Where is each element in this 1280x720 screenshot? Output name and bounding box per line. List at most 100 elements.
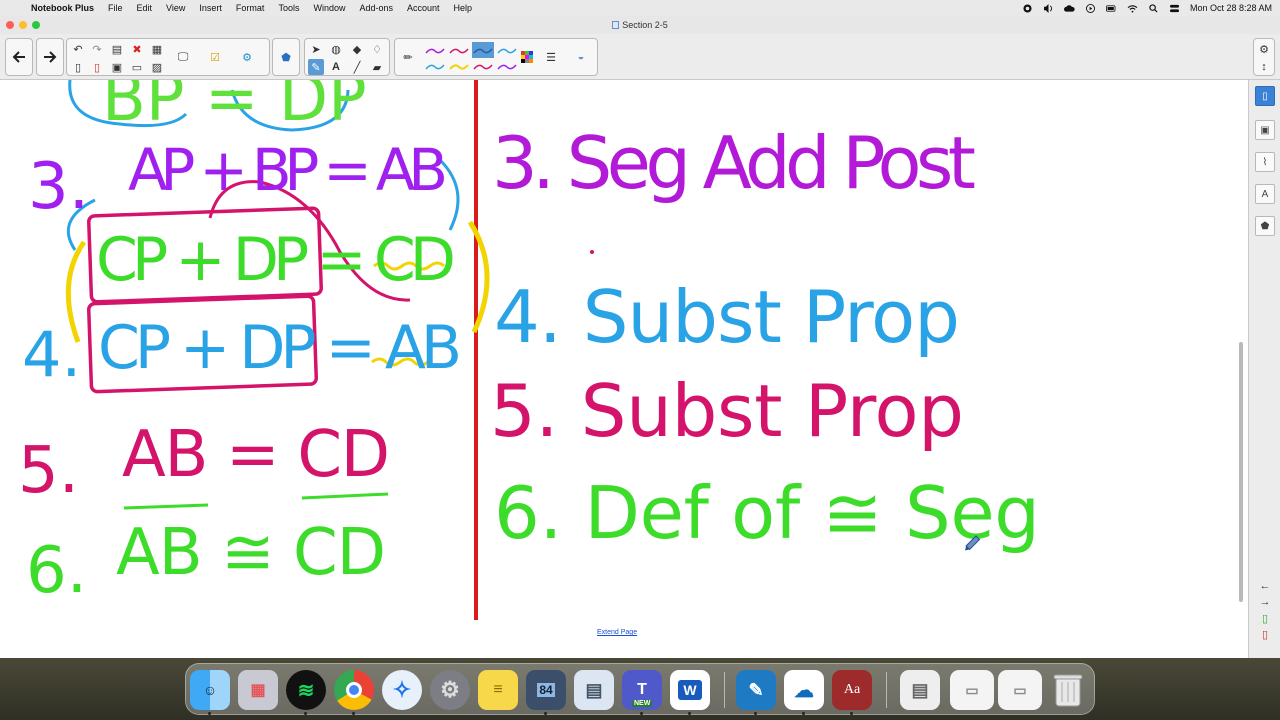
text-tool[interactable]: A (328, 59, 344, 75)
redo-button[interactable]: ↷ (89, 41, 105, 57)
activity-button[interactable]: ☑ (207, 49, 223, 65)
window-title: Section 2-5 (0, 20, 1280, 30)
preview-icon: ▤ (585, 679, 603, 700)
dock-dictionary[interactable]: Aa (832, 670, 872, 710)
vertical-scrollbar[interactable] (1239, 342, 1243, 602)
sidebar-add-page[interactable]: ▯ (1257, 610, 1273, 626)
menu-format[interactable]: Format (229, 3, 272, 13)
menu-file[interactable]: File (101, 3, 130, 13)
properties-tab[interactable]: A (1255, 184, 1275, 204)
minimize-window-button[interactable] (19, 21, 27, 29)
menu-view[interactable]: View (159, 3, 192, 13)
new-page-button[interactable]: ▯ (70, 59, 86, 75)
app-window: Section 2-5 ↶ ↷ ▤ ✖ ▦ ▯ ▯ ▣ ▭ ▨ 🖵 ☑ ⚙ ⬟ … (0, 16, 1280, 658)
gallery-tab[interactable]: ▣ (1255, 120, 1275, 140)
menu-tools[interactable]: Tools (271, 3, 306, 13)
screen-shade-button[interactable]: ▭ (129, 59, 145, 75)
properties-button[interactable]: ◒ (573, 49, 589, 65)
dock-safari[interactable]: ✧ (382, 670, 422, 710)
line-style-button[interactable]: ☰ (543, 49, 559, 65)
menu-help[interactable]: Help (447, 3, 480, 13)
attachments-tab[interactable]: ⌇ (1255, 152, 1275, 172)
sidebar-previous-arrow[interactable]: ← (1257, 578, 1273, 594)
magic-pen-tool[interactable]: ♢ (369, 41, 385, 57)
pen-settings-button[interactable]: ✏ (400, 49, 416, 65)
right-sidebar: ▯ ▣ ⌇ A ⬟ ← → ▯ ▯ (1248, 80, 1280, 658)
zoom-window-button[interactable] (32, 21, 40, 29)
extend-page-link[interactable]: Extend Page (597, 629, 637, 636)
save-button[interactable]: ▣ (109, 59, 125, 75)
addons-tab[interactable]: ⬟ (1255, 216, 1275, 236)
dock-finder[interactable]: ☺ (190, 670, 230, 710)
record-icon[interactable] (1022, 3, 1033, 13)
dock-documents-stack[interactable]: ▤ (900, 670, 940, 710)
play-icon[interactable] (1085, 3, 1096, 13)
dock-stickies[interactable]: ≡ (478, 670, 518, 710)
fill-tool[interactable]: ◆ (349, 41, 365, 57)
undo-button[interactable]: ↶ (70, 41, 86, 57)
display-button[interactable]: 🖵 (175, 49, 191, 65)
dock-launchpad[interactable]: ▦ (238, 670, 278, 710)
puzzle-icon: ⬟ (1260, 220, 1270, 232)
menu-edit[interactable]: Edit (130, 3, 160, 13)
battery-icon[interactable] (1105, 4, 1117, 13)
collab-group: ⬟ (272, 38, 300, 76)
sidebar-delete-page[interactable]: ▯ (1257, 626, 1273, 642)
previous-page-button[interactable] (11, 49, 27, 65)
next-page-button[interactable] (42, 49, 58, 65)
line-tool[interactable]: ╱ (349, 59, 365, 75)
dock: ☺ ▦ ≋ ✧ ⚙ ≡ 84 ▤ T NEW W ✎ ☁ Aa ▤ ▭ ▭ (185, 663, 1095, 715)
menu-insert[interactable]: Insert (192, 3, 229, 13)
cloud-icon[interactable] (1063, 4, 1075, 13)
menu-addons[interactable]: Add-ons (352, 3, 400, 13)
menu-account[interactable]: Account (400, 3, 447, 13)
paperclip-icon: ⌇ (1262, 156, 1268, 168)
dock-onedrive[interactable]: ☁ (784, 670, 824, 710)
sidebar-next-arrow[interactable]: → (1257, 594, 1273, 610)
eraser-tool[interactable]: ▰ (369, 59, 385, 75)
menubar-clock[interactable]: Mon Oct 28 8:28 AM (1190, 3, 1272, 13)
close-window-button[interactable] (6, 21, 14, 29)
wifi-icon[interactable] (1127, 4, 1138, 13)
ink-yellow-bracket-right (467, 220, 490, 334)
redo-icon: ↷ (92, 43, 102, 56)
table-button[interactable]: ▦ (149, 41, 165, 57)
pdf-button[interactable]: ▯ (89, 59, 105, 75)
volume-icon[interactable] (1043, 3, 1054, 13)
finder-running-dot (208, 712, 211, 715)
dock-notebook[interactable]: ✎ (736, 670, 776, 710)
notebook-canvas[interactable]: BP = DP 3. AP + BP = AB CP + DP = CD 4. … (0, 80, 1248, 658)
delete-button[interactable]: ✖ (129, 41, 145, 57)
color-palette-button[interactable] (519, 49, 535, 65)
menu-app-name[interactable]: Notebook Plus (24, 3, 101, 13)
dock-chrome[interactable] (334, 670, 374, 710)
checklist-icon: ☑ (210, 51, 220, 64)
ink-left-num-4: 4. (22, 318, 81, 391)
control-center-icon[interactable] (1169, 4, 1180, 13)
dock-trash[interactable] (1048, 670, 1088, 710)
screen-icon: ▭ (131, 61, 143, 74)
dock-teams[interactable]: T NEW (622, 670, 662, 710)
page-sorter-tab[interactable]: ▯ (1255, 86, 1275, 106)
pen-tool[interactable]: ✎ (308, 59, 324, 75)
settings-button[interactable]: ⚙ (1256, 41, 1272, 57)
collaborate-button[interactable]: ⬟ (278, 49, 294, 65)
search-icon[interactable] (1148, 3, 1159, 13)
shapes-tool[interactable]: ◍ (328, 41, 344, 57)
toolbar-position-button[interactable]: ↕ (1256, 59, 1272, 75)
up-down-arrow-icon: ↕ (1261, 61, 1267, 73)
paste-button[interactable]: ▤ (109, 41, 125, 57)
dock-recent-document-2[interactable]: ▭ (998, 670, 1042, 710)
dock-system-settings[interactable]: ⚙ (430, 670, 470, 710)
text-box-button[interactable]: ▨ (149, 59, 165, 75)
dock-calculator[interactable]: 84 (526, 670, 566, 710)
ink-def-of-congruent-seg: 6. Def of ≅ Seg (494, 471, 1040, 555)
select-tool[interactable]: ➤ (308, 41, 324, 57)
dock-spotify[interactable]: ≋ (286, 670, 326, 710)
dock-preview[interactable]: ▤ (574, 670, 614, 710)
menu-window[interactable]: Window (306, 3, 352, 13)
pen-style-swatches[interactable] (423, 42, 527, 74)
dock-word[interactable]: W (670, 670, 710, 710)
dock-recent-document-1[interactable]: ▭ (950, 670, 994, 710)
addons-button[interactable]: ⚙ (239, 49, 255, 65)
